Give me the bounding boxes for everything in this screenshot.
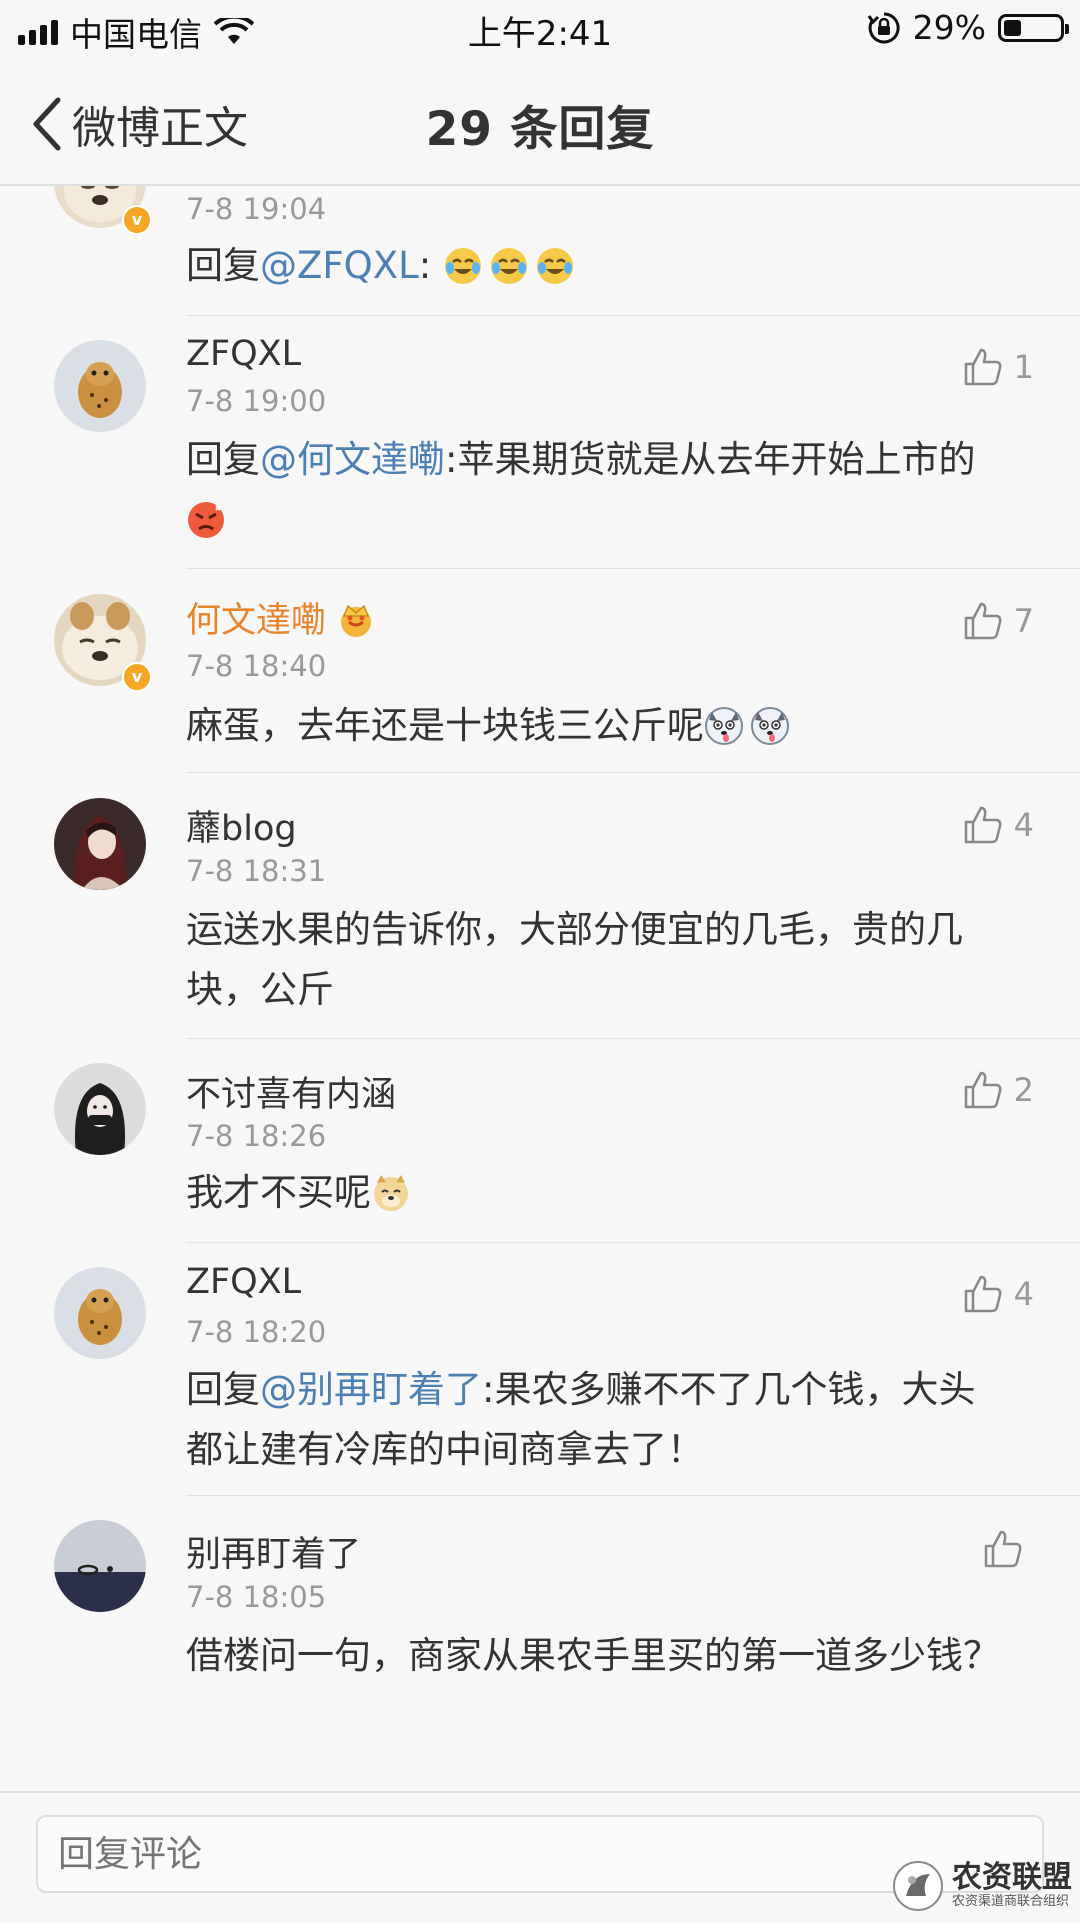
laugh-cry-emoji-icon	[444, 248, 481, 284]
nav-bar: 微博正文 29 条回复	[0, 62, 1080, 186]
rotation-lock-icon	[867, 11, 900, 43]
avatar[interactable]	[54, 340, 146, 432]
divider	[186, 772, 1080, 773]
like-count: 7	[1013, 602, 1034, 640]
battery-level	[1004, 19, 1022, 36]
comment-text: 回复@何文達嘞:苹果期货就是从去年开始上市的	[186, 430, 1006, 550]
cheetah-avatar-icon	[54, 1267, 146, 1359]
divider	[186, 315, 1080, 316]
like-button[interactable]	[982, 1528, 1034, 1570]
comment-time: 7-8 18:40	[186, 649, 327, 683]
thumbs-up-icon	[964, 806, 1002, 844]
comment-username[interactable]: ZFQXL	[186, 334, 301, 374]
comment-body: :	[418, 244, 432, 287]
battery-percent: 29%	[912, 8, 986, 47]
comment-text: 借楼问一句，商家从果农手里买的第一道多少钱？	[186, 1626, 1006, 1686]
reply-prefix: 回复	[186, 1368, 260, 1411]
husky-emoji-icon	[751, 707, 789, 745]
reply-prefix: 回复	[186, 244, 260, 287]
comment-body: 借楼问一句，商家从果农手里买的第一道多少钱？	[186, 1634, 1000, 1677]
thumbs-up-icon	[964, 1275, 1002, 1313]
reply-prefix: 回复	[186, 438, 260, 481]
like-button[interactable]: 2	[962, 1069, 1034, 1111]
avatar[interactable]	[54, 1520, 146, 1612]
avatar[interactable]	[54, 798, 146, 890]
thumbs-up-icon	[964, 1071, 1002, 1109]
like-button[interactable]: 1	[962, 346, 1034, 388]
comment-text: 运送水果的告诉你，大部分便宜的几毛，贵的几块，公斤	[186, 900, 1006, 1020]
comment-text: 回复@别再盯着了:果农多赚不不了几个钱，大头都让建有冷库的中间商拿去了！	[186, 1360, 1006, 1480]
page-title: 29 条回复	[425, 102, 655, 157]
comment-body: 我才不买呢	[186, 1171, 371, 1214]
thumbs-up-icon	[964, 602, 1002, 640]
comment-time: 7-8 18:05	[186, 1580, 327, 1614]
crown-vip-icon	[341, 604, 372, 637]
like-count: 1	[1013, 348, 1034, 386]
watermark: 农资联盟 农资渠道商联合组织	[892, 1860, 1072, 1912]
comment-time: 7-8 18:31	[186, 854, 327, 888]
illustrated-woman-avatar-icon	[54, 798, 146, 890]
thumbs-up-icon	[964, 348, 1002, 386]
angry-emoji-icon	[188, 502, 224, 538]
laugh-cry-emoji-icon	[536, 248, 573, 284]
comment-time: 7-8 18:20	[186, 1315, 327, 1349]
comment-body: 麻蛋，去年还是十块钱三公斤呢	[186, 704, 704, 747]
comment-time: 7-8 18:26	[186, 1119, 327, 1153]
comment-time: 7-8 19:00	[186, 384, 327, 418]
comment-username[interactable]: ZFQXL	[186, 1262, 301, 1302]
masked-girl-avatar-icon	[54, 1063, 146, 1155]
verified-badge-icon: v	[122, 662, 152, 692]
status-bar: 中国电信 上午2:41 29%	[0, 0, 1080, 62]
comment-body: 运送水果的告诉你，大部分便宜的几毛，贵的几块，公斤	[186, 908, 963, 1011]
watermark-subtitle: 农资渠道商联合组织	[952, 1894, 1070, 1909]
comment-text: 回复@ZFQXL:	[186, 236, 1006, 296]
comment-username[interactable]: 不讨喜有内涵	[186, 1066, 396, 1117]
comment-username[interactable]: 何文達嘞	[186, 592, 376, 643]
like-button[interactable]: 4	[962, 1273, 1034, 1315]
divider	[186, 568, 1080, 569]
like-button[interactable]: 7	[962, 600, 1034, 642]
like-count: 4	[1013, 1275, 1034, 1313]
like-button[interactable]: 4	[962, 804, 1034, 846]
like-count: 2	[1013, 1071, 1034, 1109]
thumbs-up-icon	[984, 1530, 1022, 1568]
comment-body: :苹果期货就是从去年开始上市的	[445, 438, 976, 481]
comment-username[interactable]: 别再盯着了	[186, 1526, 361, 1577]
watermark-title: 农资联盟	[952, 1860, 1072, 1895]
comment-text: 我才不买呢	[186, 1163, 1006, 1223]
verified-badge-icon: v	[122, 205, 152, 235]
divider	[186, 1038, 1080, 1039]
comment-time: 7-8 19:04	[186, 192, 327, 226]
husky-emoji-icon	[705, 707, 743, 745]
like-count: 4	[1013, 806, 1034, 844]
cheetah-avatar-icon	[54, 340, 146, 432]
avatar[interactable]	[54, 1267, 146, 1359]
doge-emoji-icon	[374, 1175, 408, 1211]
landscape-avatar-icon	[54, 1520, 146, 1612]
comment-text: 麻蛋，去年还是十块钱三公斤呢	[186, 696, 1006, 756]
mention-link[interactable]: @别再盯着了	[260, 1368, 482, 1411]
mention-link[interactable]: @ZFQXL	[260, 244, 419, 287]
mention-link[interactable]: @何文達嘞	[260, 438, 445, 481]
divider	[186, 1495, 1080, 1496]
comment-username[interactable]: 蘼blog	[186, 800, 297, 851]
laugh-cry-emoji-icon	[490, 248, 527, 284]
watermark-logo-icon	[893, 1861, 943, 1911]
battery-icon	[998, 13, 1069, 42]
divider	[186, 1242, 1080, 1243]
avatar[interactable]	[54, 1063, 146, 1155]
